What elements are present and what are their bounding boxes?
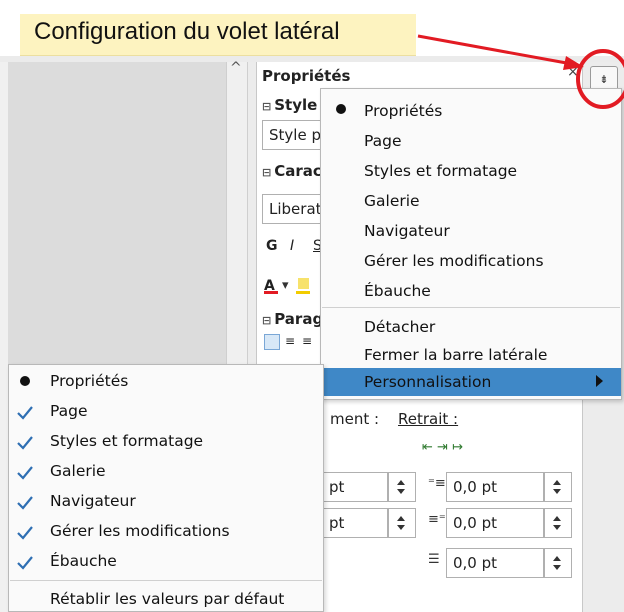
scroll-up-icon[interactable]: ^ <box>230 60 242 76</box>
submenu-item-properties[interactable]: Propriétés <box>50 372 128 390</box>
dropdown-arrow-icon[interactable]: ▾ <box>282 278 289 293</box>
section-character-header[interactable]: ⊟ Carac <box>262 162 322 180</box>
menu-item-close-sidebar[interactable]: Fermer la barre latérale <box>364 346 547 364</box>
checkmark-icon <box>17 496 33 510</box>
menu-item-track-changes[interactable]: Gérer les modifications <box>364 252 544 270</box>
callout-text: Configuration du volet latéral <box>34 18 340 45</box>
collapse-icon: ⊟ <box>262 100 272 113</box>
indent-before-stepper[interactable] <box>544 472 572 502</box>
indent-after-field[interactable]: 0,0 pt <box>446 508 544 538</box>
first-line-indent-field[interactable]: 0,0 pt <box>446 548 544 578</box>
menu-item-gallery[interactable]: Galerie <box>364 192 420 210</box>
close-icon[interactable]: × <box>567 64 579 80</box>
submenu-arrow-icon <box>596 375 603 387</box>
style-select[interactable]: Style pa <box>262 120 322 150</box>
checkmark-icon <box>17 556 33 570</box>
align-left-icon[interactable] <box>264 334 280 350</box>
font-name-select[interactable]: Liberat <box>262 194 322 224</box>
indent-before-field[interactable]: 0,0 pt <box>446 472 544 502</box>
left-margin <box>0 62 8 612</box>
bold-button[interactable]: G <box>266 238 278 254</box>
section-paragraph-title: Parag <box>274 310 324 328</box>
indent-after-icon: ≡⁼ <box>428 512 446 527</box>
spacing-below-field[interactable]: pt <box>322 508 388 538</box>
first-line-indent-icon: ☰ <box>428 552 440 567</box>
menu-item-styles[interactable]: Styles et formatage <box>364 162 517 180</box>
selected-bullet-icon <box>20 376 30 386</box>
checkmark-icon <box>17 436 33 450</box>
section-style-header[interactable]: ⊟ Style <box>262 96 317 114</box>
sidebar-title: Propriétés <box>262 67 351 85</box>
spacing-label: ment : <box>330 410 380 428</box>
collapse-icon: ⊟ <box>262 166 272 179</box>
menu-item-properties[interactable]: Propriétés <box>364 102 442 120</box>
first-line-indent-stepper[interactable] <box>544 548 572 578</box>
submenu-item-draft[interactable]: Ébauche <box>50 552 117 570</box>
highlight-color-icon[interactable] <box>296 276 312 294</box>
spacing-below-stepper[interactable] <box>388 508 416 538</box>
section-paragraph-header[interactable]: ⊟ Parag <box>262 310 323 328</box>
menu-separator <box>322 307 620 308</box>
indent-after-stepper[interactable] <box>544 508 572 538</box>
menu-item-page[interactable]: Page <box>364 132 402 150</box>
submenu-item-page[interactable]: Page <box>50 402 88 420</box>
checkmark-icon <box>17 466 33 480</box>
checkmark-icon <box>17 406 33 420</box>
italic-button[interactable]: I <box>290 238 294 254</box>
menu-item-navigator[interactable]: Navigateur <box>364 222 450 240</box>
align-center-icon[interactable]: ≡ <box>285 334 295 348</box>
indent-label: Retrait : <box>398 410 459 428</box>
selected-bullet-icon <box>336 104 346 114</box>
section-style-title: Style <box>274 96 318 114</box>
indent-buttons-icon[interactable]: ⇤ ⇥ ↦ <box>422 440 463 455</box>
font-color-icon[interactable]: A <box>264 276 280 294</box>
menu-item-undock[interactable]: Détacher <box>364 318 435 336</box>
menu-item-customize[interactable]: Personnalisation <box>364 373 491 391</box>
collapse-icon: ⊟ <box>262 314 272 327</box>
submenu-item-styles[interactable]: Styles et formatage <box>50 432 203 450</box>
menu-item-draft[interactable]: Ébauche <box>364 282 431 300</box>
spacing-above-stepper[interactable] <box>388 472 416 502</box>
align-right-icon[interactable]: ≡ <box>302 334 312 348</box>
submenu-item-reset-defaults[interactable]: Rétablir les valeurs par défaut <box>50 590 284 608</box>
section-character-title: Carac <box>274 162 322 180</box>
submenu-item-track-changes[interactable]: Gérer les modifications <box>50 522 230 540</box>
submenu-item-navigator[interactable]: Navigateur <box>50 492 136 510</box>
checkmark-icon <box>17 526 33 540</box>
spacing-above-field[interactable]: pt <box>322 472 388 502</box>
submenu-item-gallery[interactable]: Galerie <box>50 462 106 480</box>
indent-before-icon: ⁼≡ <box>428 476 446 491</box>
submenu-separator <box>10 580 322 581</box>
menu-icon: ⇟ <box>599 73 609 86</box>
